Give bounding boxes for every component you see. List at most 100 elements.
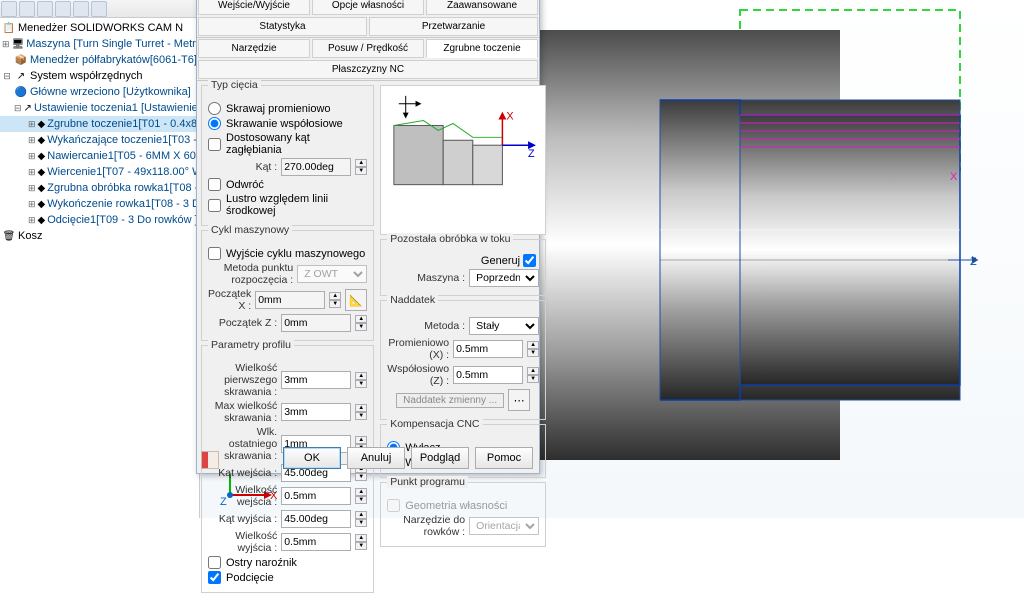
tree-op-centerdrill[interactable]: ⊞◆Nawiercanie1[T05 - 6MM X 60DEG6MM X 60… bbox=[0, 148, 199, 164]
label: Geometria własności bbox=[405, 500, 507, 512]
select-start-method[interactable]: Z OWT bbox=[297, 265, 367, 283]
tab-feeds[interactable]: Posuw / Prędkość bbox=[312, 39, 424, 58]
input-size-in[interactable] bbox=[281, 487, 351, 505]
spinner[interactable]: ▲▼ bbox=[329, 292, 341, 308]
group-title: Parametry profilu bbox=[208, 339, 294, 351]
tree-op-grooverough[interactable]: ⊞◆Zgrubna obróbka rowka1[T08 - 3 Do rowk… bbox=[0, 180, 199, 196]
feature-tree[interactable]: 📋Menedżer SOLIDWORKS CAM N ⊞🖥Maszyna [Tu… bbox=[0, 18, 199, 246]
svg-text:Z: Z bbox=[528, 148, 535, 160]
label: Wielkość wyjścia : bbox=[208, 530, 277, 554]
tab-posting[interactable]: Przetwarzanie bbox=[369, 17, 538, 36]
tree-op-drill[interactable]: ⊞◆Wiercenie1[T07 - 49x118.00° Wiercenie … bbox=[0, 164, 199, 180]
check-cycle-output[interactable] bbox=[208, 247, 221, 260]
var-allowance-button[interactable]: Naddatek zmienny ... bbox=[396, 393, 504, 408]
input-allowance-z[interactable] bbox=[453, 366, 523, 384]
pick-point-button[interactable]: 📐 bbox=[345, 289, 367, 311]
check-reverse[interactable] bbox=[208, 178, 221, 191]
tab-in-out[interactable]: Wejście/Wyjście bbox=[198, 0, 310, 15]
help-button[interactable]: Pomoc bbox=[475, 447, 533, 469]
tree-op-finish[interactable]: ⊞◆Wykańczające toczenie1[T03 - 0.4x55.00… bbox=[0, 132, 199, 148]
input-angle-out[interactable] bbox=[281, 510, 351, 528]
tree-op-cutoff[interactable]: ⊞◆Odcięcie1[T09 - 3 Do rowków ] bbox=[0, 212, 199, 228]
label: Wielkość pierwszego skrawania : bbox=[208, 362, 277, 398]
label: Promieniowo (X) : bbox=[387, 337, 449, 361]
group-title: Cykl maszynowy bbox=[208, 224, 292, 236]
svg-text:X: X bbox=[507, 111, 514, 123]
label: Początek X : bbox=[208, 288, 251, 312]
label: Ostry naroźnik bbox=[226, 557, 297, 569]
group-title: Typ cięcia bbox=[208, 79, 261, 91]
dialog-tabs-row1: Wejście/Wyjście Opcje własności Zaawanso… bbox=[197, 0, 539, 38]
group-program-point: Punkt programu Geometria własności Narzę… bbox=[380, 482, 546, 547]
tree-machine[interactable]: ⊞🖥Maszyna [Turn Single Turret - Metric] bbox=[0, 36, 199, 52]
tree-trash[interactable]: 🗑Kosz bbox=[0, 228, 199, 244]
toolbar-btn[interactable] bbox=[37, 1, 53, 17]
label: Wyjście cyklu maszynowego bbox=[226, 248, 365, 260]
check-generate[interactable] bbox=[523, 254, 536, 267]
group-machine-cycle: Cykl maszynowy Wyjście cyklu maszynowego… bbox=[201, 230, 374, 341]
tree-setup[interactable]: ⊟↗Ustawienie toczenia1 [Ustawienie opera… bbox=[0, 100, 199, 116]
radio-radial[interactable] bbox=[208, 102, 221, 115]
label: Kąt : bbox=[208, 161, 277, 173]
label: Lustro względem linii środkowej bbox=[226, 193, 367, 217]
label: Kąt wyjścia : bbox=[208, 513, 277, 525]
preview-panel: X Z bbox=[380, 85, 546, 235]
toolbar-btn[interactable] bbox=[19, 1, 35, 17]
check-feature-geom bbox=[387, 499, 400, 512]
check-custom-angle[interactable] bbox=[208, 138, 221, 151]
tree-op-groovefinish[interactable]: ⊞◆Wykończenie rowka1[T08 - 3 Do rowków ] bbox=[0, 196, 199, 212]
spinner[interactable]: ▲▼ bbox=[527, 341, 539, 357]
tree-coord[interactable]: ⊟↗System współrzędnych bbox=[0, 68, 199, 84]
label: Max wielkość skrawania : bbox=[208, 400, 277, 424]
spinner[interactable]: ▲▼ bbox=[355, 315, 367, 331]
input-allowance-x[interactable] bbox=[453, 340, 523, 358]
toolbar-btn[interactable] bbox=[73, 1, 89, 17]
spinner[interactable]: ▲▼ bbox=[355, 159, 367, 175]
tree-stock[interactable]: 📦Menedżer półfabrykatów[6061-T6] bbox=[0, 52, 199, 68]
spinner[interactable]: ▲▼ bbox=[355, 404, 367, 420]
label: Generuj bbox=[481, 255, 520, 267]
tab-advanced[interactable]: Zaawansowane bbox=[426, 0, 538, 15]
check-mirror[interactable] bbox=[208, 199, 221, 212]
tree-spindle[interactable]: 🔵Główne wrzeciono [Użytkownika] bbox=[0, 84, 199, 100]
input-start-x[interactable] bbox=[255, 291, 325, 309]
tree-toolbar bbox=[0, 0, 199, 18]
spinner[interactable]: ▲▼ bbox=[527, 367, 539, 383]
input-max-cut[interactable] bbox=[281, 403, 351, 421]
input-size-out[interactable] bbox=[281, 533, 351, 551]
check-sharp-corner[interactable] bbox=[208, 556, 221, 569]
group-title: Pozostała obróbka w toku bbox=[387, 233, 513, 245]
cancel-button[interactable]: Anuluj bbox=[347, 447, 405, 469]
ok-button[interactable]: OK bbox=[283, 447, 341, 469]
toolbar-btn[interactable] bbox=[91, 1, 107, 17]
input-first-cut[interactable] bbox=[281, 371, 351, 389]
spinner[interactable]: ▲▼ bbox=[355, 534, 367, 550]
tab-statistics[interactable]: Statystyka bbox=[198, 17, 367, 36]
toolbar-btn[interactable] bbox=[55, 1, 71, 17]
input-angle[interactable] bbox=[281, 158, 351, 176]
toolbar-btn[interactable] bbox=[1, 1, 17, 17]
dialog-corner-icon bbox=[201, 451, 219, 469]
tree-root[interactable]: 📋Menedżer SOLIDWORKS CAM N bbox=[0, 20, 199, 36]
tree-op-rough[interactable]: ⊞◆Zgrubne toczenie1[T01 - 0.4x80.00° Rom… bbox=[0, 116, 199, 132]
label: Wielkość wejścia : bbox=[208, 484, 277, 508]
select-allowance-method[interactable]: Stały bbox=[469, 317, 539, 335]
radio-axial[interactable] bbox=[208, 117, 221, 130]
tab-tool[interactable]: Narzędzie bbox=[198, 39, 310, 58]
allowance-options-button[interactable]: ⋯ bbox=[508, 389, 530, 411]
spinner[interactable]: ▲▼ bbox=[355, 372, 367, 388]
group-cut-type: Typ cięcia Skrawaj promieniowo Skrawanie… bbox=[201, 85, 374, 226]
label: Początek Z : bbox=[208, 317, 277, 329]
check-undercut[interactable] bbox=[208, 571, 221, 584]
tab-rough-turn[interactable]: Zgrubne toczenie bbox=[426, 39, 538, 58]
spinner[interactable]: ▲▼ bbox=[355, 511, 367, 527]
label: Podcięcie bbox=[226, 572, 274, 584]
input-start-z[interactable] bbox=[281, 314, 351, 332]
tab-feature-options[interactable]: Opcje własności bbox=[312, 0, 424, 15]
label: Odwróć bbox=[226, 179, 264, 191]
tab-nc-planes[interactable]: Płaszczyzny NC bbox=[198, 60, 538, 79]
preview-button[interactable]: Podgląd bbox=[411, 447, 469, 469]
spinner[interactable]: ▲▼ bbox=[355, 488, 367, 504]
select-groove-tool: Orientacja bbox=[469, 517, 539, 535]
select-machine-wip[interactable]: Poprzednia resztka bbox=[469, 269, 539, 287]
